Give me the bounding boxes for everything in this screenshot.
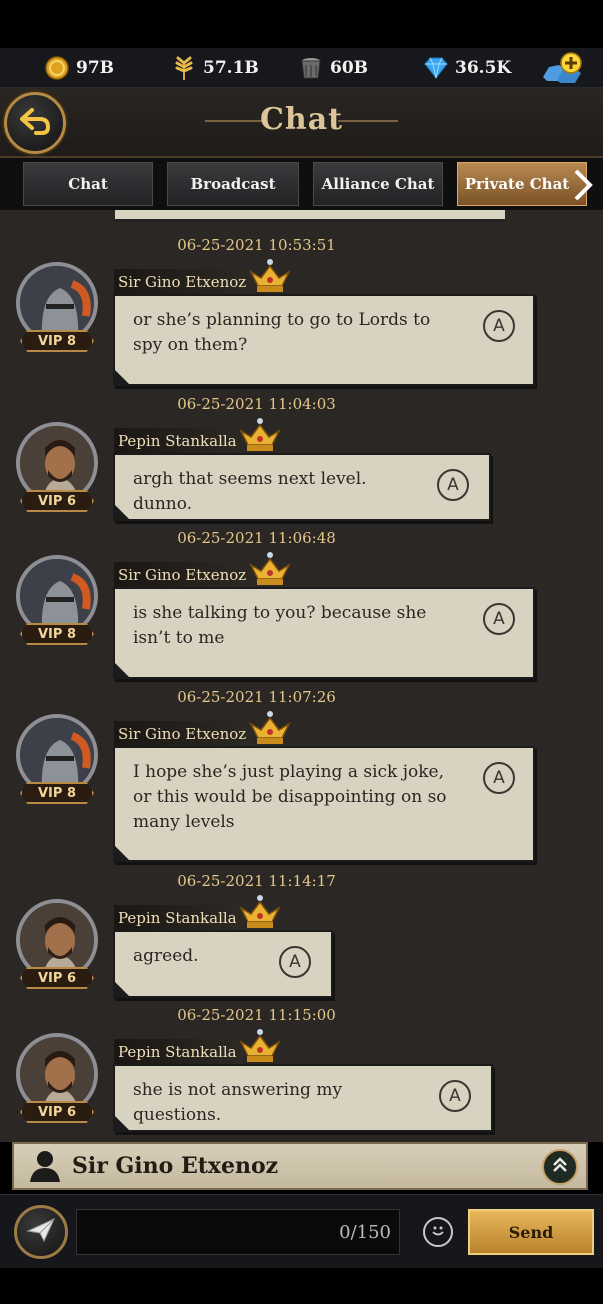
paper-plane-icon	[26, 1217, 56, 1247]
translate-icon[interactable]: A	[483, 762, 515, 794]
message-text: I hope she’s just playing a sick joke, o…	[133, 762, 447, 832]
crown-icon	[238, 894, 282, 930]
tab-broadcast[interactable]: Broadcast	[167, 162, 299, 206]
bubble-corner	[115, 846, 129, 860]
tab-bar: Chat Broadcast Alliance Chat Private Cha…	[0, 158, 603, 210]
crown-icon	[248, 551, 292, 587]
tab-private-chat[interactable]: Private Chat	[457, 162, 593, 206]
gold-resource[interactable]: 97B	[44, 54, 114, 82]
translate-icon[interactable]: A	[483, 310, 515, 342]
navigation-bar-area	[0, 1268, 603, 1304]
person-icon	[28, 1149, 62, 1183]
message-text: she is not answering my questions.	[133, 1080, 343, 1125]
food-resource[interactable]: 57.1B	[171, 54, 259, 82]
bubble-corner	[115, 1116, 129, 1130]
gems-value: 36.5K	[455, 58, 512, 78]
recipient-bar[interactable]: Sir Gino Etxenoz	[12, 1142, 588, 1190]
paper-plane-button[interactable]	[14, 1205, 68, 1259]
gold-coin-icon	[44, 55, 70, 81]
message-bubble[interactable]: she is not answering my questions. A	[113, 1064, 493, 1132]
sender-name: Pepin Stankalla	[114, 428, 243, 454]
message-timestamp: 06-25-2021 10:53:51	[177, 236, 336, 254]
sender-name: Sir Gino Etxenoz	[114, 562, 253, 588]
vip-badge: VIP 8	[20, 623, 94, 645]
translate-icon[interactable]: A	[279, 946, 311, 978]
vip-badge: VIP 8	[20, 330, 94, 352]
message-timestamp: 06-25-2021 11:07:26	[177, 688, 336, 706]
chevron-right-icon	[570, 167, 596, 203]
bubble-corner	[115, 982, 129, 996]
iron-resource[interactable]: 60B	[298, 54, 368, 82]
bubble-corner	[115, 663, 129, 677]
crown-icon	[238, 417, 282, 453]
translate-icon[interactable]: A	[437, 469, 469, 501]
bearded-man-avatar[interactable]: VIP 6	[14, 422, 100, 512]
message-bubble[interactable]: agreed. A	[113, 930, 333, 998]
message-composer: 0/150 Send	[0, 1194, 603, 1268]
message-text: or she’s planning to go to Lords to spy …	[133, 310, 431, 355]
message-text: argh that seems next level. dunno.	[133, 469, 367, 514]
double-chevron-up-icon	[550, 1155, 570, 1179]
page-title: Chat	[260, 102, 343, 137]
bearded-man-avatar[interactable]: VIP 6	[14, 1033, 100, 1123]
tab-chat[interactable]: Chat	[23, 162, 153, 206]
crown-icon	[248, 258, 292, 294]
message-text: is she talking to you? because she isn’t…	[133, 603, 427, 648]
bearded-man-avatar[interactable]: VIP 6	[14, 899, 100, 989]
message-bubble[interactable]: or she’s planning to go to Lords to spy …	[113, 294, 535, 386]
message-bubble[interactable]: argh that seems next level. dunno. A	[113, 453, 491, 521]
emoji-button[interactable]	[423, 1217, 453, 1247]
knight-avatar[interactable]: VIP 8	[14, 714, 100, 804]
status-bar-area	[0, 0, 603, 48]
gems-resource[interactable]: 36.5K	[423, 54, 511, 82]
translate-icon[interactable]: A	[439, 1080, 471, 1112]
bubble-corner	[115, 370, 129, 384]
chat-header: Chat	[0, 88, 603, 158]
vip-badge: VIP 8	[20, 782, 94, 804]
diamond-icon	[423, 55, 449, 81]
tab-alliance-chat[interactable]: Alliance Chat	[313, 162, 443, 206]
previous-message-bubble-partial	[115, 210, 505, 222]
tab-private-chat-label: Private Chat	[464, 175, 570, 193]
character-counter: 0/150	[339, 1221, 391, 1243]
recipient-name: Sir Gino Etxenoz	[72, 1153, 279, 1179]
vip-badge: VIP 6	[20, 1101, 94, 1123]
translate-icon[interactable]: A	[483, 603, 515, 635]
message-timestamp: 06-25-2021 11:06:48	[177, 529, 336, 547]
message-text: agreed.	[133, 946, 199, 966]
message-timestamp: 06-25-2021 11:14:17	[177, 872, 336, 890]
crown-icon	[238, 1028, 282, 1064]
chat-message-list[interactable]: 06-25-2021 10:53:51 VIP 8 Sir Gino Etxen…	[0, 210, 603, 1142]
send-button[interactable]: Send	[468, 1209, 594, 1255]
expand-up-button[interactable]	[542, 1149, 578, 1185]
resource-bar: 97B 57.1B 60B 36.5K	[0, 48, 603, 88]
message-timestamp: 06-25-2021 11:15:00	[177, 1006, 336, 1024]
knight-avatar[interactable]: VIP 8	[14, 262, 100, 352]
message-bubble[interactable]: is she talking to you? because she isn’t…	[113, 587, 535, 679]
message-timestamp: 06-25-2021 11:04:03	[177, 395, 336, 413]
knight-avatar[interactable]: VIP 8	[14, 555, 100, 645]
sender-name: Pepin Stankalla	[114, 1039, 243, 1065]
iron-bucket-icon	[298, 55, 324, 81]
iron-value: 60B	[330, 58, 369, 78]
wheat-icon	[171, 55, 197, 81]
sender-name: Sir Gino Etxenoz	[114, 721, 253, 747]
smiley-icon	[428, 1220, 448, 1244]
vip-badge: VIP 6	[20, 967, 94, 989]
message-bubble[interactable]: I hope she’s just playing a sick joke, o…	[113, 746, 535, 862]
gold-value: 97B	[76, 58, 115, 78]
bubble-corner	[115, 505, 129, 519]
food-value: 57.1B	[203, 58, 259, 78]
vip-badge: VIP 6	[20, 490, 94, 512]
sender-name: Pepin Stankalla	[114, 905, 243, 931]
message-input[interactable]: 0/150	[76, 1209, 400, 1255]
sender-name: Sir Gino Etxenoz	[114, 269, 253, 295]
crown-icon	[248, 710, 292, 746]
buy-gems-button[interactable]	[539, 51, 589, 85]
